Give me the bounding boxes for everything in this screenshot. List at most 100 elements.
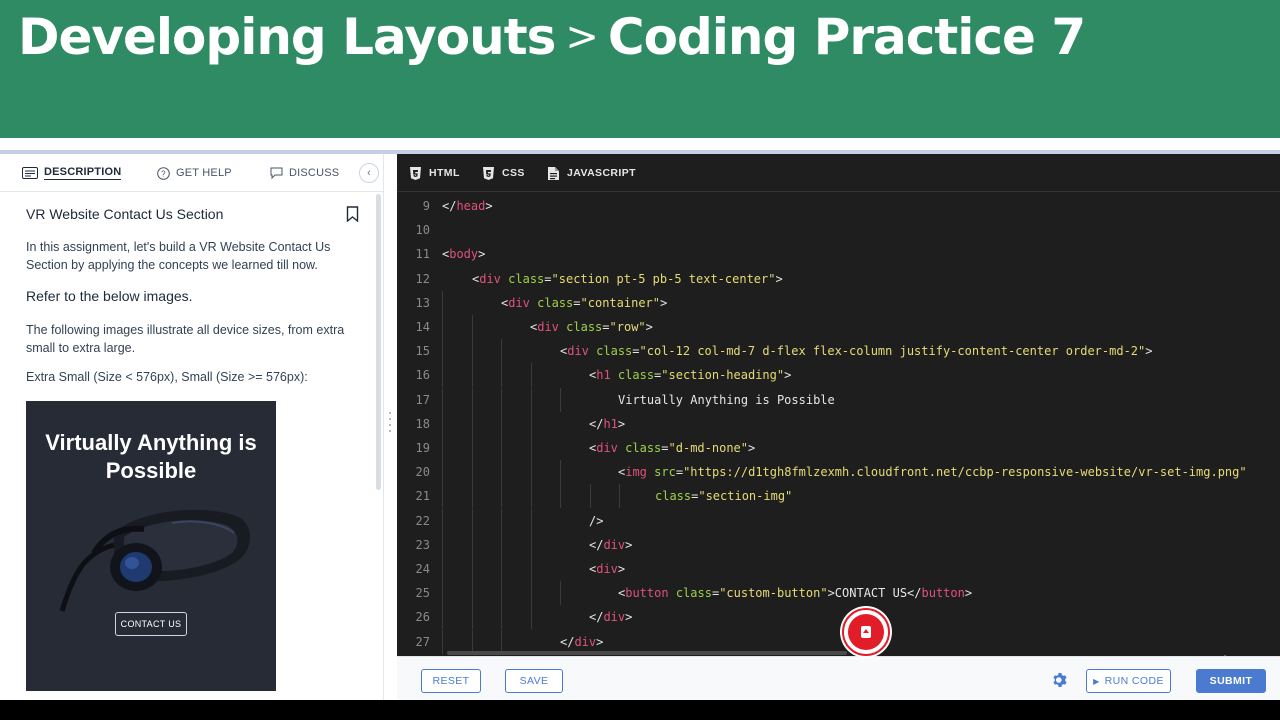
code-line[interactable]: 17 Virtually Anything is Possible bbox=[397, 387, 1280, 412]
code-line[interactable]: 18 </h1> bbox=[397, 411, 1280, 436]
code-text: </h1> bbox=[589, 416, 626, 431]
code-text: <div class="row"> bbox=[530, 320, 653, 334]
save-button[interactable]: SAVE bbox=[505, 669, 563, 693]
indent-guide bbox=[530, 411, 532, 436]
help-icon: ? bbox=[157, 166, 170, 180]
code-line[interactable]: 14 <div class="row"> bbox=[397, 315, 1280, 339]
code-area[interactable]: 9 </head> 10 11 <body> 12 <div class="section … bbox=[397, 194, 1280, 654]
code-text: <div class="d-md-none"> bbox=[589, 441, 756, 455]
practice-app: DESCRIPTION ? GET HELP DISCUSS ‹ VR Webs… bbox=[0, 154, 1280, 700]
indent-guide bbox=[501, 484, 502, 509]
indent-guide bbox=[530, 605, 532, 630]
code-text: <div> bbox=[589, 562, 626, 576]
floating-scroll-top-button[interactable] bbox=[842, 608, 890, 656]
indent-guide bbox=[442, 460, 443, 485]
tab-get-help[interactable]: ? GET HELP bbox=[157, 154, 232, 192]
question-intro: In this assignment, let's build a VR Web… bbox=[26, 240, 331, 272]
code-line[interactable]: 25 <button class="custom-button">CONTACT … bbox=[397, 581, 1280, 606]
line-number: 14 bbox=[415, 320, 430, 334]
tab-css[interactable]: CSS bbox=[483, 154, 525, 192]
code-text: </head> bbox=[442, 199, 493, 213]
arrow-up-icon bbox=[861, 626, 871, 638]
indent-guide bbox=[530, 532, 532, 557]
code-line[interactable]: 22 /> bbox=[397, 508, 1280, 533]
code-line[interactable]: 11 <body> bbox=[397, 242, 1280, 266]
indent-guide bbox=[530, 363, 532, 388]
indent-guide bbox=[442, 411, 443, 436]
indent-guide bbox=[560, 484, 561, 509]
code-line[interactable]: 13 <div class="container"> bbox=[397, 290, 1280, 315]
chevron-left-icon: ‹ bbox=[367, 167, 371, 179]
sizes-text: Extra Small (Size < 576px), Small (Size … bbox=[26, 370, 308, 384]
code-line[interactable]: 15 <div class="col-12 col-md-7 d-flex fle… bbox=[397, 339, 1280, 364]
indent-guide bbox=[442, 629, 443, 654]
description-scrollbar[interactable] bbox=[376, 194, 381, 490]
indent-guide bbox=[442, 484, 443, 509]
play-icon: ▶ bbox=[1093, 676, 1100, 686]
line-number: 21 bbox=[415, 489, 430, 504]
indent-guide bbox=[501, 581, 502, 606]
preview-image: Virtually Anything is Possible CONTACT U… bbox=[26, 401, 276, 691]
indent-guide bbox=[442, 290, 443, 315]
submit-button[interactable]: SUBMIT bbox=[1196, 669, 1266, 693]
refer-heading: Refer to the below images. bbox=[26, 288, 193, 304]
indent-guide bbox=[560, 460, 561, 485]
line-number: 19 bbox=[415, 441, 430, 455]
indent-guide bbox=[442, 387, 443, 412]
indent-guide bbox=[619, 484, 620, 509]
code-line[interactable]: 21 class="section-img" bbox=[397, 484, 1280, 509]
code-line[interactable]: 19 <div class="d-md-none"> bbox=[397, 436, 1280, 460]
indent-guide bbox=[589, 484, 591, 509]
indent-guide bbox=[471, 436, 473, 460]
bookmark-icon[interactable] bbox=[346, 206, 359, 222]
code-line[interactable]: 23 </div> bbox=[397, 532, 1280, 557]
code-line[interactable]: 9 </head> bbox=[397, 194, 1280, 218]
banner-separator: > bbox=[565, 14, 599, 60]
code-text: <div class="col-12 col-md-7 d-flex flex-… bbox=[560, 344, 1153, 359]
svg-text:?: ? bbox=[161, 169, 166, 178]
indent-guide bbox=[471, 411, 473, 436]
indent-guide bbox=[471, 339, 473, 364]
code-line[interactable]: 20 <img src="https://d1tgh8fmlzexmh.cloud… bbox=[397, 460, 1280, 485]
code-line[interactable]: 16 <h1 class="section-heading"> bbox=[397, 363, 1280, 388]
banner-title-part2: Coding Practice 7 bbox=[607, 8, 1086, 66]
css3-icon bbox=[483, 166, 494, 180]
settings-gear-icon[interactable] bbox=[1052, 672, 1068, 688]
code-line[interactable]: 27 </div> bbox=[397, 629, 1280, 654]
indent-guide bbox=[530, 581, 532, 606]
line-number: 16 bbox=[415, 368, 430, 383]
collapse-panel-button[interactable]: ‹ bbox=[359, 163, 379, 183]
code-text: </div> bbox=[589, 610, 633, 625]
code-line[interactable]: 12 <div class="section pt-5 pb-5 text-cen… bbox=[397, 267, 1280, 291]
code-line[interactable]: 26 </div> bbox=[397, 605, 1280, 630]
tab-html[interactable]: HTML bbox=[410, 154, 460, 192]
indent-guide bbox=[442, 315, 443, 339]
editor-action-bar: RESET SAVE ▶ RUN CODE SUBMIT bbox=[397, 656, 1280, 700]
letterbox-bar bbox=[0, 700, 1280, 720]
indent-guide bbox=[501, 460, 502, 485]
tab-javascript[interactable]: JAVASCRIPT bbox=[548, 154, 636, 192]
indent-guide bbox=[501, 605, 502, 630]
preview-contact-button: CONTACT US bbox=[115, 612, 187, 636]
indent-guide bbox=[501, 436, 502, 460]
run-code-button[interactable]: ▶ RUN CODE bbox=[1086, 669, 1171, 693]
indent-guide bbox=[442, 363, 443, 388]
tab-get-help-label: GET HELP bbox=[176, 167, 232, 179]
code-text: </div> bbox=[589, 537, 633, 552]
tab-html-label: HTML bbox=[429, 167, 460, 179]
description-icon bbox=[22, 167, 38, 179]
code-line[interactable]: 24 <div> bbox=[397, 557, 1280, 581]
javascript-file-icon bbox=[548, 166, 559, 180]
tab-discuss[interactable]: DISCUSS bbox=[270, 154, 339, 192]
reset-button[interactable]: RESET bbox=[421, 669, 481, 693]
code-horizontal-scrollbar[interactable] bbox=[447, 651, 847, 655]
tab-description[interactable]: DESCRIPTION bbox=[22, 154, 122, 192]
code-text: class="section-img" bbox=[655, 489, 793, 504]
indent-guide bbox=[501, 387, 502, 412]
line-number: 22 bbox=[415, 513, 430, 528]
line-number: 13 bbox=[415, 295, 430, 310]
code-line[interactable]: 10 bbox=[397, 218, 1280, 242]
code-text: Virtually Anything is Possible bbox=[618, 392, 835, 407]
line-number: 15 bbox=[415, 344, 430, 359]
panel-resize-handle[interactable] bbox=[387, 408, 393, 440]
